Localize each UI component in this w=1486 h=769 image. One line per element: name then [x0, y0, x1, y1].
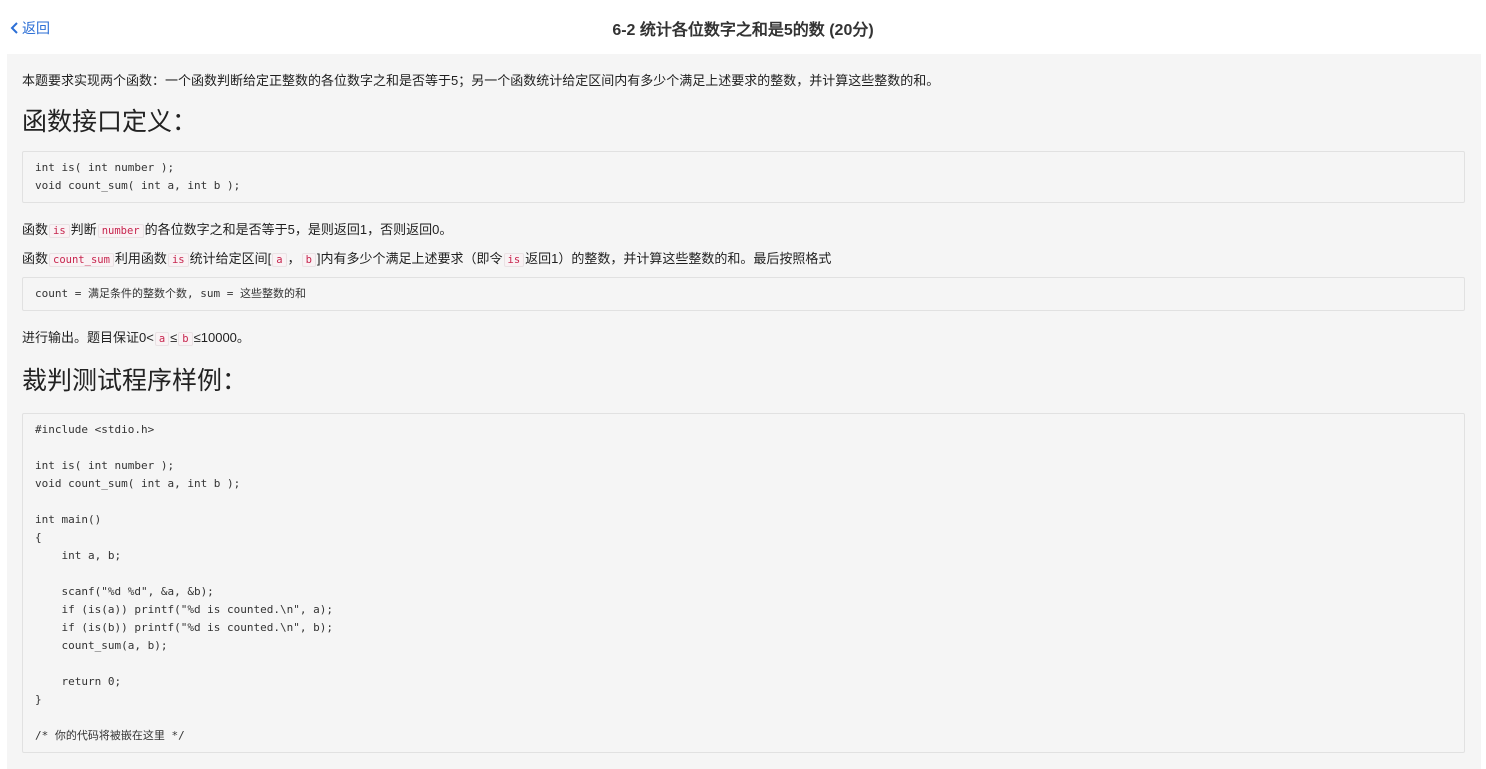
- section-sample-heading: 裁判测试程序样例：: [22, 367, 248, 395]
- desc-text: ，: [287, 251, 301, 266]
- page-title: 6-2 统计各位数字之和是5的数 (20分): [612, 22, 874, 39]
- desc-text: 进行输出。题目保证0<: [22, 330, 154, 345]
- desc-text: 函数: [22, 251, 49, 266]
- inline-code: is: [167, 253, 189, 267]
- desc-text: 的各位数字之和是否等于5，是则返回1，否则返回0。: [144, 222, 453, 237]
- inline-code: number: [97, 224, 144, 238]
- inline-code: a: [272, 253, 287, 267]
- inline-code: count_sum: [49, 253, 114, 267]
- sample-code-block: #include <stdio.h> int is( int number );…: [22, 413, 1465, 753]
- desc-text: 判断: [70, 222, 97, 237]
- desc-text: 返回1）的整数，并计算这些整数的和。最后按照格式: [525, 251, 832, 266]
- desc-text: ≤: [170, 330, 178, 345]
- inline-code: is: [49, 224, 70, 238]
- desc-text: 函数: [22, 222, 49, 237]
- inline-code: a: [154, 332, 170, 346]
- inline-code: b: [301, 253, 316, 267]
- top-bar: 返回 6-2 统计各位数字之和是5的数 (20分): [0, 0, 1486, 54]
- desc-text: 统计给定区间[: [189, 251, 272, 266]
- inline-code: is: [503, 253, 525, 267]
- description-constraint: 进行输出。题目保证0< a ≤ b ≤10000。: [22, 327, 1465, 350]
- desc-text: 利用函数: [114, 251, 167, 266]
- description-is: 函数 is 判断 number 的各位数字之和是否等于5，是则返回1，否则返回0。: [22, 219, 1465, 242]
- section-interface-heading: 函数接口定义：: [22, 108, 198, 136]
- description-count-sum: 函数 count_sum 利用函数 is 统计给定区间[a， b]内有多少个满足上述要求（…: [22, 248, 1465, 271]
- problem-content: 本题要求实现两个函数：一个函数判断给定正整数的各位数字之和是否等于5；另一个函数…: [7, 54, 1481, 769]
- desc-text: ≤10000。: [193, 330, 250, 345]
- problem-intro: 本题要求实现两个函数：一个函数判断给定正整数的各位数字之和是否等于5；另一个函数…: [22, 73, 940, 88]
- output-format-code-block: count = 满足条件的整数个数, sum = 这些整数的和: [22, 277, 1465, 311]
- desc-text: ]内有多少个满足上述要求（即令: [316, 251, 503, 266]
- interface-code-block: int is( int number ); void count_sum( in…: [22, 151, 1465, 203]
- inline-code: b: [178, 332, 193, 346]
